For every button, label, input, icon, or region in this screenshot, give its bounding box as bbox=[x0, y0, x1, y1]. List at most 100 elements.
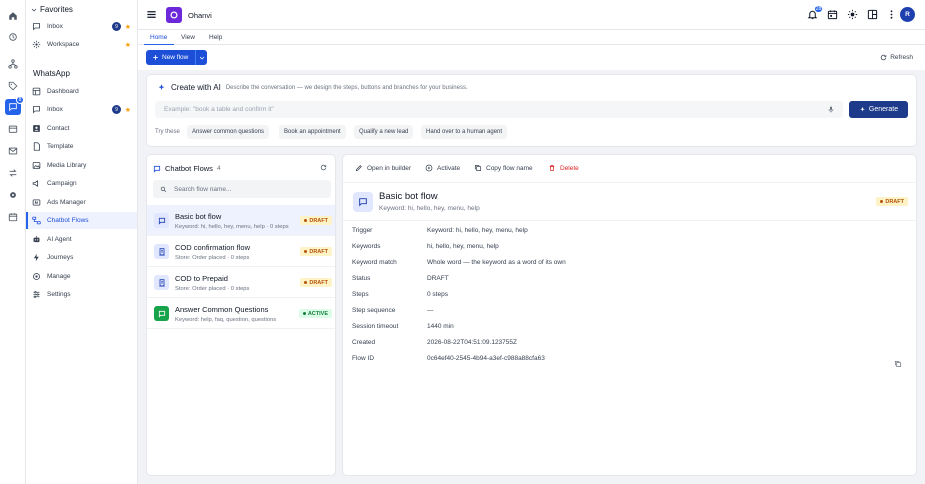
favorites-title: Favorites bbox=[40, 5, 73, 14]
flow-detail-panel: Open in builder Activate Copy flow name … bbox=[342, 154, 918, 476]
copy-flow-name-button[interactable]: Copy flow name bbox=[474, 164, 533, 172]
activate-label: Activate bbox=[437, 164, 461, 172]
create-with-ai-card: Create with AI Describe the conversation… bbox=[146, 74, 917, 147]
toolbar: New flow Refresh bbox=[138, 45, 925, 70]
delete-button[interactable]: Delete bbox=[548, 164, 579, 172]
tab-help[interactable]: Help bbox=[209, 34, 222, 41]
refresh-icon bbox=[881, 54, 887, 61]
brand-name: Ohanvi bbox=[188, 11, 212, 20]
more-vertical-icon[interactable] bbox=[885, 8, 898, 21]
flow-subtitle: Keyword: help, faq, question, questions bbox=[175, 317, 277, 323]
flow-list-item[interactable]: Answer Common Questions Keyword: help, f… bbox=[147, 298, 335, 329]
flow-list-item[interactable]: COD to Prepaid Store: Order placed · 0 s… bbox=[147, 267, 335, 298]
detail-row-steps: Steps 0 steps bbox=[352, 291, 448, 298]
detail-row-session-timeout: Session timeout 1440 min bbox=[352, 323, 454, 330]
transfer-icon[interactable] bbox=[5, 165, 21, 181]
activate-button[interactable]: Activate bbox=[425, 164, 460, 172]
generate-button[interactable]: Generate bbox=[849, 101, 908, 118]
list-count: 4 bbox=[216, 165, 221, 172]
inbox-icon bbox=[32, 22, 41, 31]
sidebar-item-contact[interactable]: Contact bbox=[26, 120, 137, 137]
flow-name: COD confirmation flow bbox=[175, 243, 251, 252]
sidebar-item-label: Manage bbox=[47, 273, 71, 280]
chat-bubble-icon bbox=[353, 192, 373, 212]
sidebar-item-manage[interactable]: Manage bbox=[26, 268, 137, 285]
star-icon[interactable]: ★ bbox=[125, 41, 131, 49]
flow-list-item[interactable]: COD confirmation flow Store: Order place… bbox=[147, 236, 335, 267]
layout-icon[interactable] bbox=[866, 8, 879, 21]
generate-label: Generate bbox=[868, 106, 899, 113]
new-flow-label: New flow bbox=[162, 54, 189, 61]
tag-icon[interactable] bbox=[5, 78, 21, 94]
star-icon[interactable]: ★ bbox=[125, 23, 131, 31]
sidebar-item-journeys[interactable]: Journeys bbox=[26, 249, 137, 266]
menu-icon[interactable] bbox=[145, 8, 158, 21]
home-icon[interactable] bbox=[5, 8, 21, 24]
open-in-builder-button[interactable]: Open in builder bbox=[355, 164, 411, 172]
chats-icon[interactable]: 8 bbox=[5, 96, 24, 115]
sidebar-item-label: Campaign bbox=[47, 180, 77, 187]
tab-home[interactable]: Home bbox=[150, 34, 167, 41]
status-badge: ACTIVE bbox=[298, 309, 332, 318]
whatsapp-header: WhatsApp bbox=[33, 69, 70, 78]
receipt-icon bbox=[154, 244, 169, 259]
sidebar-item-campaign[interactable]: Campaign bbox=[26, 175, 137, 192]
whatsapp-title: WhatsApp bbox=[33, 69, 70, 78]
list-title: Chatbot Flows bbox=[165, 164, 213, 173]
flow-search-input[interactable]: Search flow name... bbox=[153, 180, 331, 198]
new-flow-dropdown[interactable] bbox=[195, 50, 207, 65]
sidebar-item-template[interactable]: Template bbox=[26, 138, 137, 155]
sidebar-item-label: Media Library bbox=[47, 162, 87, 169]
refresh-label: Refresh bbox=[890, 54, 913, 61]
favorite-inbox[interactable]: Inbox 9 ★ bbox=[26, 18, 137, 35]
avatar[interactable]: R bbox=[900, 7, 915, 22]
suggestion-chip[interactable]: Book an appointment bbox=[279, 125, 346, 139]
sidebar-item-chatbot-flows[interactable]: Chatbot Flows bbox=[26, 212, 137, 229]
sidebar-item-label: AI Agent bbox=[47, 236, 72, 243]
calendar-icon[interactable] bbox=[826, 8, 839, 21]
calendar-icon[interactable] bbox=[5, 209, 21, 225]
sidebar-item-media-library[interactable]: Media Library bbox=[26, 157, 137, 174]
refresh-button[interactable]: Refresh bbox=[880, 54, 913, 61]
sidebar-item-label: Ads Manager bbox=[47, 199, 86, 206]
flow-list-item[interactable]: Basic bot flow Keyword: hi, hello, hey, … bbox=[147, 205, 335, 236]
flow-icon bbox=[32, 216, 41, 225]
microphone-icon[interactable] bbox=[827, 105, 835, 114]
sidebar-item-dashboard[interactable]: Dashboard bbox=[26, 83, 137, 100]
sidebar-item-inbox[interactable]: Inbox 9 ★ bbox=[26, 101, 137, 118]
try-these-label: Try these bbox=[155, 129, 180, 135]
flow-detail-name: Basic bot flow bbox=[379, 191, 438, 202]
new-flow-button[interactable]: New flow bbox=[146, 50, 207, 65]
brand-logo[interactable] bbox=[166, 7, 182, 23]
refresh-icon[interactable] bbox=[320, 164, 327, 171]
workflow-icon[interactable] bbox=[5, 56, 21, 72]
mail-icon[interactable] bbox=[5, 143, 21, 159]
sidebar-item-label: Inbox bbox=[47, 106, 63, 113]
theme-sun-icon[interactable] bbox=[846, 8, 859, 21]
chat-bubble-icon bbox=[154, 213, 169, 228]
favorites-header[interactable]: Favorites bbox=[31, 5, 73, 14]
flow-subtitle: Store: Order placed · 0 steps bbox=[175, 286, 250, 292]
suggestion-chip[interactable]: Hand over to a human agent bbox=[421, 125, 508, 139]
megaphone-icon bbox=[32, 179, 41, 188]
ai-prompt-input[interactable]: Example: "book a table and confirm it" bbox=[155, 101, 843, 118]
store-icon[interactable] bbox=[5, 121, 21, 137]
suggestion-chip[interactable]: Answer common questions bbox=[187, 125, 270, 139]
sidebar-item-label: Chatbot Flows bbox=[47, 217, 89, 224]
bell-icon[interactable]: 28 bbox=[806, 5, 823, 21]
sidebar-item-ai-agent[interactable]: AI Agent bbox=[26, 231, 137, 248]
sidebar-item-ads-manager[interactable]: Ads Manager bbox=[26, 194, 137, 211]
gear-shield-icon[interactable] bbox=[5, 187, 21, 203]
robot-icon bbox=[32, 235, 41, 244]
ads-icon bbox=[32, 198, 41, 207]
copy-icon[interactable] bbox=[894, 360, 902, 368]
history-icon[interactable] bbox=[5, 29, 21, 45]
ribbon-tabs: Home View Help bbox=[138, 30, 925, 45]
favorite-workspace[interactable]: Workspace ★ bbox=[26, 36, 137, 53]
star-icon[interactable]: ★ bbox=[125, 106, 131, 114]
dashboard-icon bbox=[32, 87, 41, 96]
suggestion-chip[interactable]: Qualify a new lead bbox=[354, 125, 414, 139]
sidebar-item-settings[interactable]: Settings bbox=[26, 286, 137, 303]
workspace-icon bbox=[32, 40, 41, 49]
tab-view[interactable]: View bbox=[181, 34, 195, 41]
